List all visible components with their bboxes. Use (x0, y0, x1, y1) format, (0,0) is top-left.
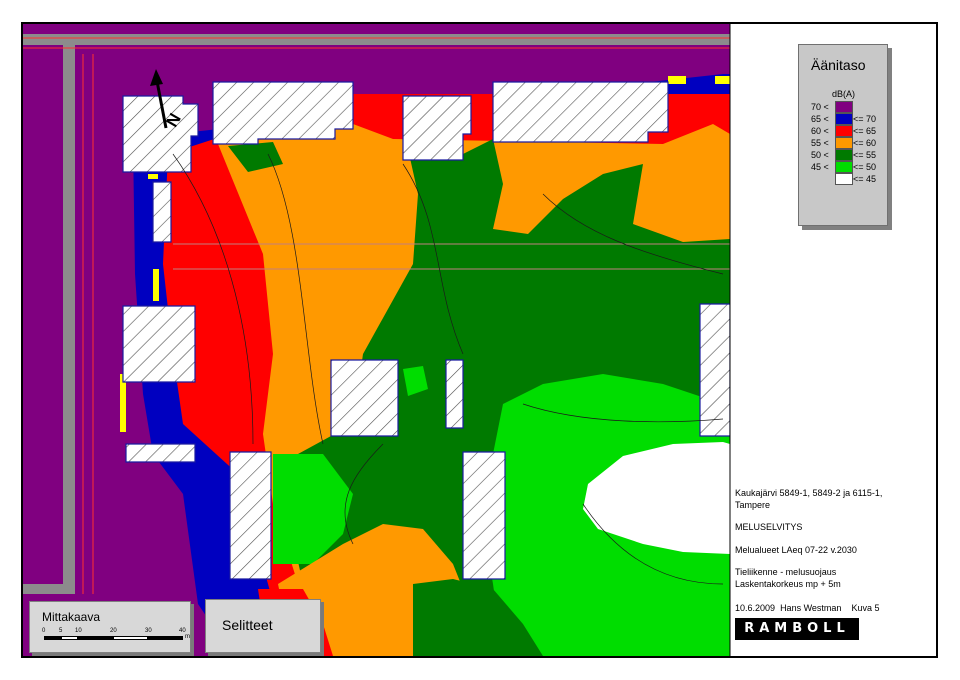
barrier (153, 269, 159, 301)
info-traffic: Tieliikenne - melusuojaus (735, 567, 837, 577)
barrier (668, 76, 686, 84)
barrier (715, 76, 730, 84)
building (699, 303, 730, 437)
legend-swatch (835, 161, 853, 173)
legend-row: 65 < <= 70 (811, 113, 885, 125)
building (492, 81, 669, 143)
legend-button-label: Selitteet (222, 617, 273, 633)
scale-bar-graphic (44, 636, 184, 640)
info-figure: Kuva 5 (851, 603, 880, 613)
building (462, 451, 506, 580)
legend-row-high: <= 65 (853, 126, 877, 136)
building (402, 95, 472, 161)
building (122, 95, 199, 173)
legend-swatch (835, 125, 853, 137)
info-location: Kaukajärvi 5849-1, 5849-2 ja 6115-1, (735, 488, 883, 498)
legend-row-high: <= 60 (853, 138, 877, 148)
legend-row: <= 45 (811, 173, 885, 185)
building (229, 451, 272, 580)
legend-row-low: 45 < (811, 162, 829, 172)
road-left (63, 34, 75, 594)
legend-row: 50 < <= 55 (811, 149, 885, 161)
map-frame: N Äänitaso dB(A) 70 <65 < <= 70 60 < <= 65 5… (21, 22, 938, 658)
legend: Äänitaso dB(A) 70 <65 < <= 70 60 < <= 65 55 … (798, 44, 888, 226)
legend-swatch (835, 137, 853, 149)
legend-title: Äänitaso (811, 57, 866, 73)
info-date: 10.6.2009 (735, 603, 776, 613)
legend-row-low: 60 < (811, 126, 829, 136)
building (212, 81, 354, 145)
legend-swatch (835, 149, 853, 161)
info-scenario: Melualueet LAeq 07-22 v.2030 (735, 545, 857, 555)
legend-row-low: 65 < (811, 114, 829, 124)
legend-swatch (835, 113, 853, 125)
building (330, 359, 399, 437)
info-author: Hans Westman (780, 603, 842, 613)
info-location-2: Tampere (735, 500, 771, 510)
legend-row-high: <= 50 (853, 162, 877, 172)
building (122, 305, 196, 383)
building (445, 359, 464, 429)
legend-row-low: 55 < (811, 138, 829, 148)
legend-unit: dB(A) (832, 89, 856, 99)
ramboll-logo: RAMBOLL (735, 618, 859, 640)
info-signature: 10.6.2009 Hans Westman Kuva 5 (735, 602, 879, 614)
legend-row-high: <= 55 (853, 150, 877, 160)
legend-swatch (835, 173, 853, 185)
legend-row: 45 < <= 50 (811, 161, 885, 173)
barrier (120, 374, 126, 432)
legend-row-low: 70 < (811, 102, 829, 112)
legend-row: 70 < (811, 101, 885, 113)
legend-row: 55 < <= 60 (811, 137, 885, 149)
road-top (23, 34, 730, 45)
legend-row-high: <= 70 (853, 114, 877, 124)
info-height: Laskentakorkeus mp + 5m (735, 579, 841, 589)
legend-row-low: 50 < (811, 150, 829, 160)
legend-button[interactable]: Selitteet (205, 599, 321, 653)
legend-row-high: <= 45 (853, 174, 877, 184)
building (125, 443, 196, 463)
legend-row: 60 < <= 65 (811, 125, 885, 137)
legend-swatch (835, 101, 853, 113)
scale-bar: Mittakaava 0 5 10 20 30 40 m (29, 601, 191, 653)
info-study: MELUSELVITYS (735, 522, 803, 532)
scale-title: Mittakaava (42, 610, 101, 624)
building (152, 181, 172, 243)
